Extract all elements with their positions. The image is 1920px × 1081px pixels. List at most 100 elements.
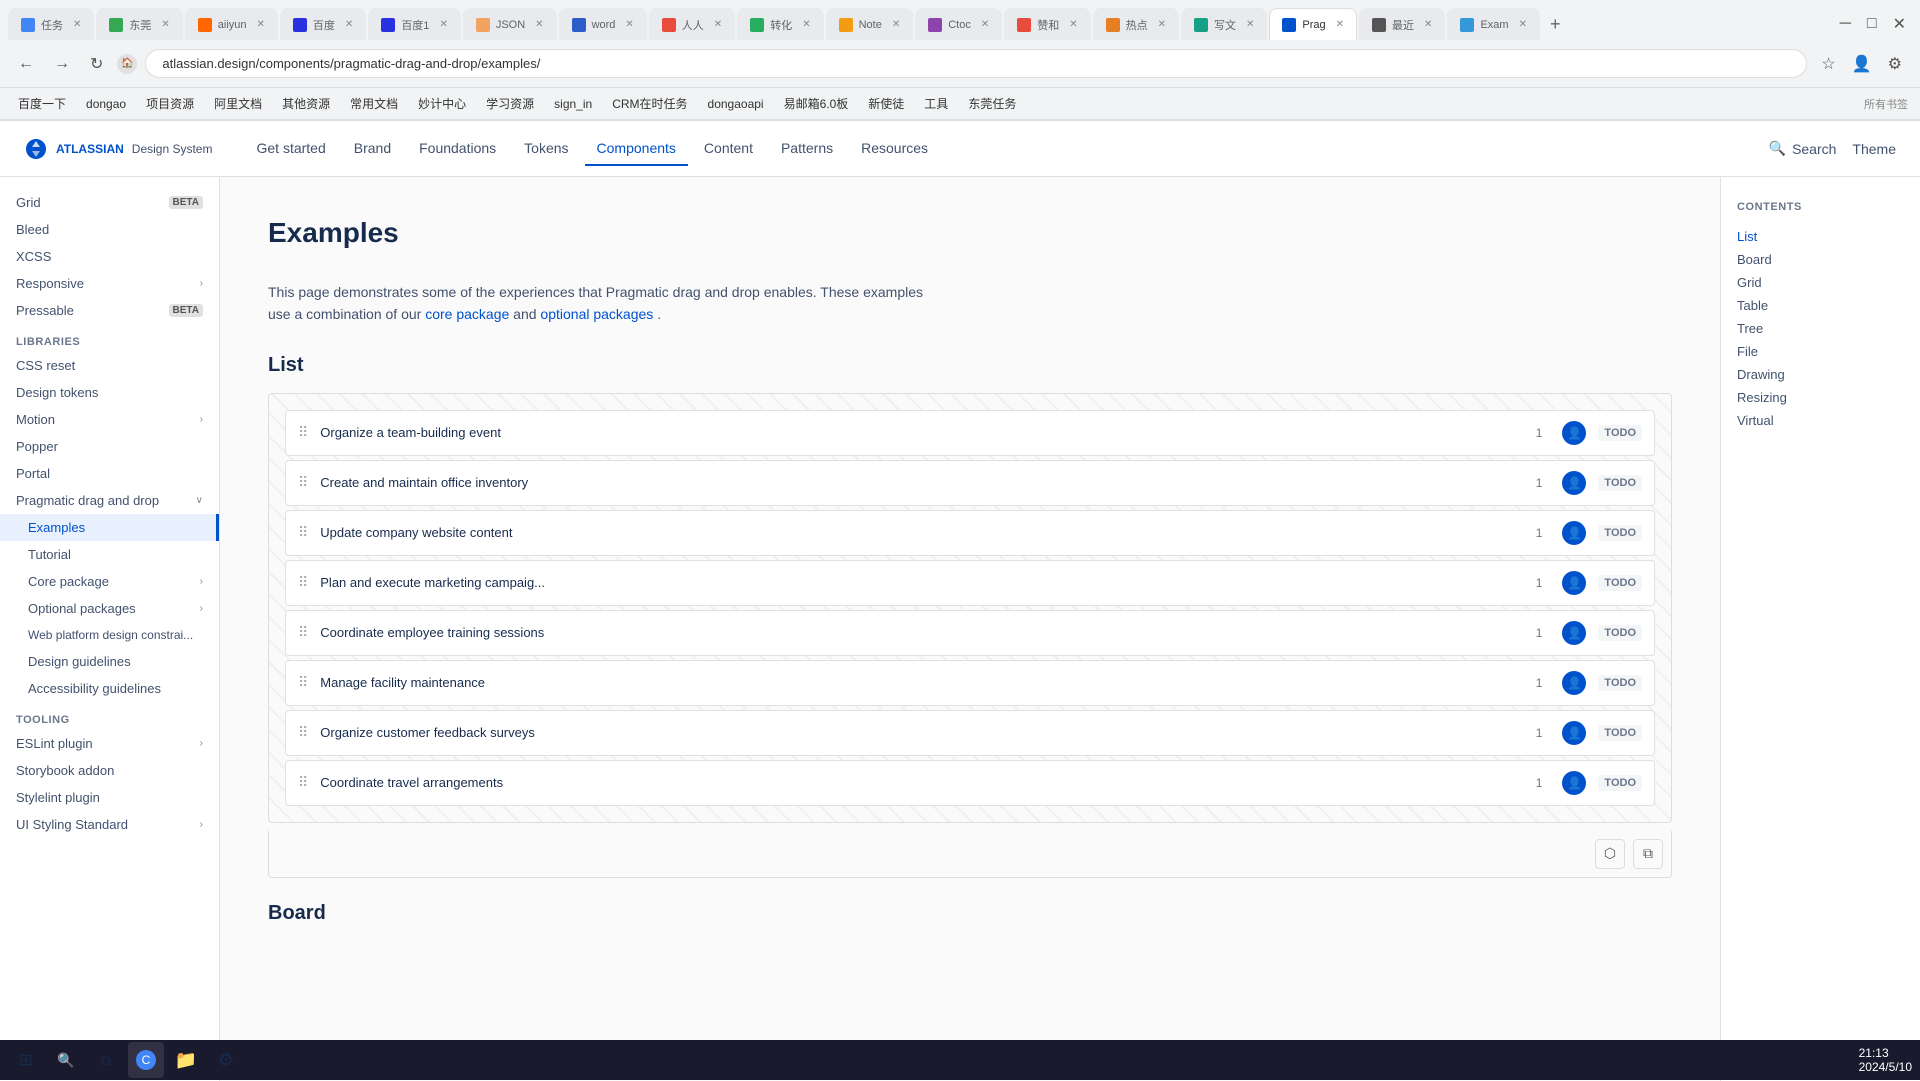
tab-write[interactable]: 写文 ✕: [1181, 8, 1267, 40]
core-package-link[interactable]: core package: [425, 306, 509, 322]
bookmark-dongao[interactable]: dongao: [80, 95, 132, 113]
tab-zz[interactable]: 赞和 ✕: [1004, 8, 1090, 40]
drag-handle-icon[interactable]: ⠿: [298, 474, 308, 491]
sidebar-item-examples[interactable]: Examples: [0, 514, 219, 541]
bookmark-learn[interactable]: 学习资源: [480, 93, 540, 114]
sidebar-item-design-tokens[interactable]: Design tokens: [0, 379, 219, 406]
tab-prag[interactable]: Prag ✕: [1269, 8, 1357, 40]
bookmark-email[interactable]: 易邮箱6.0板: [778, 93, 855, 114]
nav-get-started[interactable]: Get started: [244, 132, 337, 166]
tab-hot[interactable]: 热点 ✕: [1093, 8, 1179, 40]
search-button[interactable]: 🔍 Search: [1769, 140, 1837, 157]
sidebar-item-bleed[interactable]: Bleed: [0, 216, 219, 243]
drag-handle-icon[interactable]: ⠿: [298, 674, 308, 691]
tab-json[interactable]: JSON ✕: [463, 8, 557, 40]
refresh-button[interactable]: ↻: [84, 50, 109, 78]
taskbar-browser[interactable]: C: [128, 1042, 164, 1078]
sidebar-item-tutorial[interactable]: Tutorial: [0, 541, 219, 568]
sidebar-item-core-package[interactable]: Core package ›: [0, 568, 219, 595]
contents-item-list[interactable]: List: [1737, 225, 1904, 248]
bookmark-dapi[interactable]: dongaoapi: [702, 95, 770, 113]
nav-content[interactable]: Content: [692, 132, 765, 166]
bookmark-project[interactable]: 项目资源: [140, 93, 200, 114]
forward-button[interactable]: →: [48, 51, 76, 77]
contents-item-grid[interactable]: Grid: [1737, 271, 1904, 294]
bookmark-signin[interactable]: sign_in: [548, 95, 598, 113]
drag-handle-icon[interactable]: ⠿: [298, 574, 308, 591]
new-tab-button[interactable]: +: [1542, 14, 1569, 35]
drag-handle-icon[interactable]: ⠿: [298, 774, 308, 791]
sidebar-item-responsive[interactable]: Responsive ›: [0, 270, 219, 297]
tab-ctoc[interactable]: Ctoc ✕: [915, 8, 1002, 40]
drag-handle-icon[interactable]: ⠿: [298, 524, 308, 541]
tab-exam[interactable]: Exam ✕: [1447, 8, 1540, 40]
optional-packages-link[interactable]: optional packages: [540, 306, 653, 322]
tab-rr[interactable]: 人人 ✕: [649, 8, 735, 40]
contents-item-resizing[interactable]: Resizing: [1737, 386, 1904, 409]
nav-tokens[interactable]: Tokens: [512, 132, 580, 166]
nav-patterns[interactable]: Patterns: [769, 132, 845, 166]
tab-2[interactable]: 东莞 ✕: [96, 8, 182, 40]
sidebar-item-pragmatic[interactable]: Pragmatic drag and drop ∨: [0, 487, 219, 514]
sidebar-item-popper[interactable]: Popper: [0, 433, 219, 460]
tab-task[interactable]: 任务 ✕: [8, 8, 94, 40]
bookmark-mj[interactable]: 妙计中心: [412, 93, 472, 114]
bookmark-button[interactable]: ☆: [1815, 50, 1841, 78]
close-window-button[interactable]: ✕: [1887, 10, 1912, 38]
bookmark-common[interactable]: 常用文档: [344, 93, 404, 114]
bookmark-other[interactable]: 其他资源: [276, 93, 336, 114]
nav-resources[interactable]: Resources: [849, 132, 940, 166]
sidebar-item-stylelint[interactable]: Stylelint plugin: [0, 784, 219, 811]
nav-foundations[interactable]: Foundations: [407, 132, 508, 166]
sidebar-item-motion[interactable]: Motion ›: [0, 406, 219, 433]
nav-brand[interactable]: Brand: [342, 132, 403, 166]
bookmark-dgtask[interactable]: 东莞任务: [962, 93, 1022, 114]
taskbar-file-explorer[interactable]: 📁: [168, 1042, 204, 1078]
sidebar-item-eslint[interactable]: ESLint plugin ›: [0, 730, 219, 757]
sidebar-item-portal[interactable]: Portal: [0, 460, 219, 487]
taskbar-task-view[interactable]: ⧉: [88, 1042, 124, 1078]
sidebar-item-ui-styling[interactable]: UI Styling Standard ›: [0, 811, 219, 838]
taskbar-search-button[interactable]: 🔍: [48, 1042, 84, 1078]
drag-handle-icon[interactable]: ⠿: [298, 724, 308, 741]
bookmark-baidu[interactable]: 百度一下: [12, 93, 72, 114]
contents-item-tree[interactable]: Tree: [1737, 317, 1904, 340]
contents-item-virtual[interactable]: Virtual: [1737, 409, 1904, 432]
tab-zh[interactable]: 转化 ✕: [737, 8, 823, 40]
bookmark-crm[interactable]: CRM在时任务: [606, 93, 693, 114]
minimize-button[interactable]: ─: [1834, 11, 1857, 37]
sidebar-item-css-reset[interactable]: CSS reset: [0, 352, 219, 379]
sidebar-item-pressable[interactable]: Pressable BETA: [0, 297, 219, 324]
tab-word[interactable]: word ✕: [559, 8, 647, 40]
url-bar[interactable]: [145, 49, 1807, 78]
tab-baidu1[interactable]: 百度 ✕: [280, 8, 366, 40]
contents-item-drawing[interactable]: Drawing: [1737, 363, 1904, 386]
sidebar-item-grid[interactable]: Grid BETA: [0, 189, 219, 216]
bookmark-new[interactable]: 新使徒: [862, 93, 910, 114]
copy-button[interactable]: ⧉: [1633, 839, 1663, 869]
sidebar-item-optional-packages[interactable]: Optional packages ›: [0, 595, 219, 622]
maximize-button[interactable]: □: [1861, 11, 1883, 37]
logo[interactable]: ATLASSIAN Design System: [24, 137, 212, 161]
taskbar-start-button[interactable]: ⊞: [8, 1042, 44, 1078]
sidebar-item-storybook[interactable]: Storybook addon: [0, 757, 219, 784]
sidebar-item-a11y[interactable]: Accessibility guidelines: [0, 675, 219, 702]
sidebar-item-web-platform[interactable]: Web platform design constrai...: [0, 622, 219, 648]
contents-item-board[interactable]: Board: [1737, 248, 1904, 271]
theme-button[interactable]: Theme: [1852, 141, 1896, 157]
nav-components[interactable]: Components: [585, 132, 688, 166]
tab-baidu2[interactable]: 百度1 ✕: [368, 8, 461, 40]
tab-aliyun[interactable]: aiiyun ✕: [185, 8, 278, 40]
drag-handle-icon[interactable]: ⠿: [298, 624, 308, 641]
bookmark-ali[interactable]: 阿里文档: [208, 93, 268, 114]
extensions-button[interactable]: ⚙: [1882, 50, 1908, 78]
sidebar-item-design-guidelines[interactable]: Design guidelines: [0, 648, 219, 675]
taskbar-settings[interactable]: ⚙: [208, 1042, 244, 1078]
back-button[interactable]: ←: [12, 51, 40, 77]
account-button[interactable]: 👤: [1846, 50, 1878, 78]
contents-item-file[interactable]: File: [1737, 340, 1904, 363]
sandbox-button[interactable]: ⬡: [1595, 839, 1625, 869]
tab-recent[interactable]: 最近 ✕: [1359, 8, 1445, 40]
bookmark-tools[interactable]: 工具: [918, 93, 954, 114]
tab-note[interactable]: Note ✕: [826, 8, 914, 40]
